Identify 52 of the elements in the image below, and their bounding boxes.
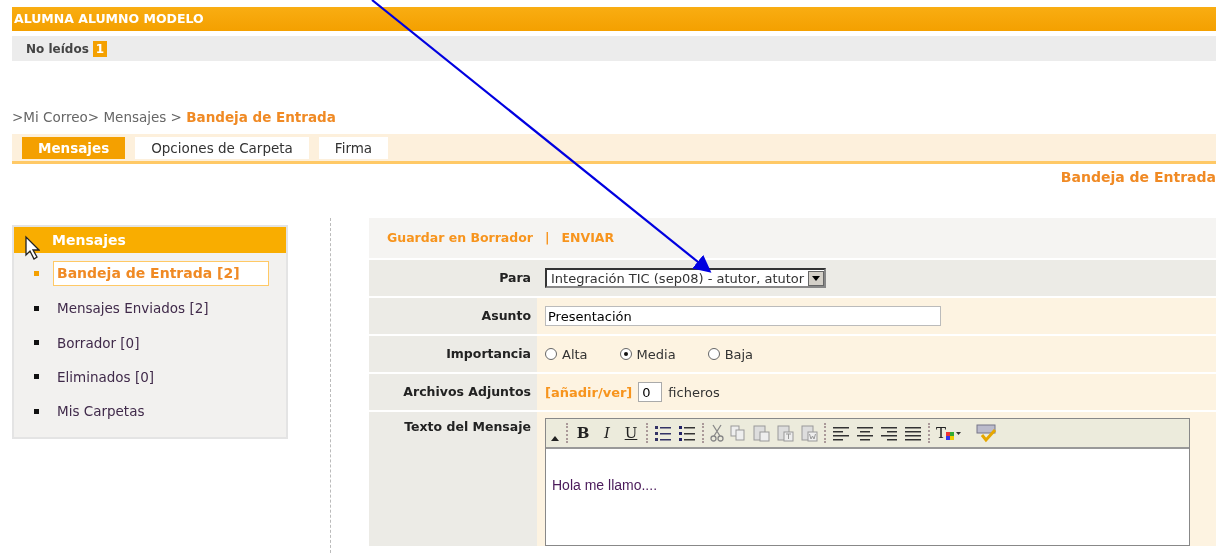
field-label: Asunto: [369, 298, 537, 335]
scissors-icon[interactable]: [710, 424, 724, 443]
radio-label: Media: [636, 345, 676, 364]
field-label: Texto del Mensaje: [369, 412, 537, 547]
radio-button[interactable]: [545, 348, 557, 361]
file-count-field[interactable]: 0: [638, 382, 663, 403]
bullet-icon: [34, 271, 39, 277]
mouse-cursor-icon: [22, 235, 40, 262]
separator-text: |: [544, 228, 550, 247]
radio-button[interactable]: [707, 348, 720, 361]
message-body-text[interactable]: Hola me llamo....: [546, 449, 1189, 523]
folder-link[interactable]: Mensajes Enviados [2]: [53, 296, 213, 321]
tab[interactable]: Firma: [318, 136, 389, 159]
folder-link[interactable]: Borrador [0]: [53, 330, 144, 355]
clipboard-icon[interactable]: [800, 424, 818, 443]
bold-button[interactable]: B: [574, 423, 592, 444]
tab[interactable]: Opciones de Carpeta: [135, 136, 309, 159]
bullet-icon: [34, 305, 39, 311]
justify-icon[interactable]: [904, 425, 922, 442]
clipboard-icon[interactable]: [752, 424, 770, 443]
text-color-button[interactable]: T: [936, 423, 970, 444]
field-label: Importancia: [369, 336, 537, 373]
recipient-select[interactable]: Integración TIC (sep08) - atutor, atutor: [545, 268, 827, 289]
folder-link[interactable]: Eliminados [0]: [53, 364, 159, 389]
align-center-icon[interactable]: [856, 425, 874, 442]
radio-label: Alta: [562, 345, 588, 364]
field-label: Para: [369, 260, 537, 297]
sidebar-title: Mensajes: [52, 232, 126, 249]
folder-link[interactable]: Mis Carpetas: [53, 399, 149, 424]
breadcrumb-path[interactable]: >Mi Correo> Mensajes >: [12, 109, 187, 125]
files-label: ficheros: [668, 383, 720, 402]
numbered-list-icon[interactable]: [654, 424, 672, 443]
bullet-icon: [34, 340, 39, 346]
radio-label: Baja: [724, 345, 754, 364]
breadcrumb-current: Bandeja de Entrada: [186, 109, 336, 125]
unread-count-badge: 1: [92, 40, 108, 57]
folder-title: Bandeja de Entrada: [1059, 168, 1216, 188]
bullet-icon: [34, 374, 39, 380]
user-name-header: ALUMNA ALUMNO MODELO: [12, 7, 1216, 31]
subject-field[interactable]: Presentación: [545, 306, 941, 327]
unread-label: No leídos: [26, 40, 89, 58]
bullet-icon: [34, 408, 39, 414]
align-right-icon[interactable]: [880, 425, 898, 442]
field-label: Archivos Adjuntos: [369, 374, 537, 411]
align-left-icon[interactable]: [832, 425, 850, 442]
clipboard-icon[interactable]: [776, 424, 794, 443]
bullet-list-icon[interactable]: [678, 424, 696, 443]
radio-button[interactable]: [619, 348, 632, 361]
keyboard-check-icon[interactable]: [976, 423, 998, 444]
underline-button[interactable]: U: [622, 423, 640, 444]
italic-button[interactable]: I: [598, 423, 616, 444]
caret-icon[interactable]: [812, 275, 821, 281]
